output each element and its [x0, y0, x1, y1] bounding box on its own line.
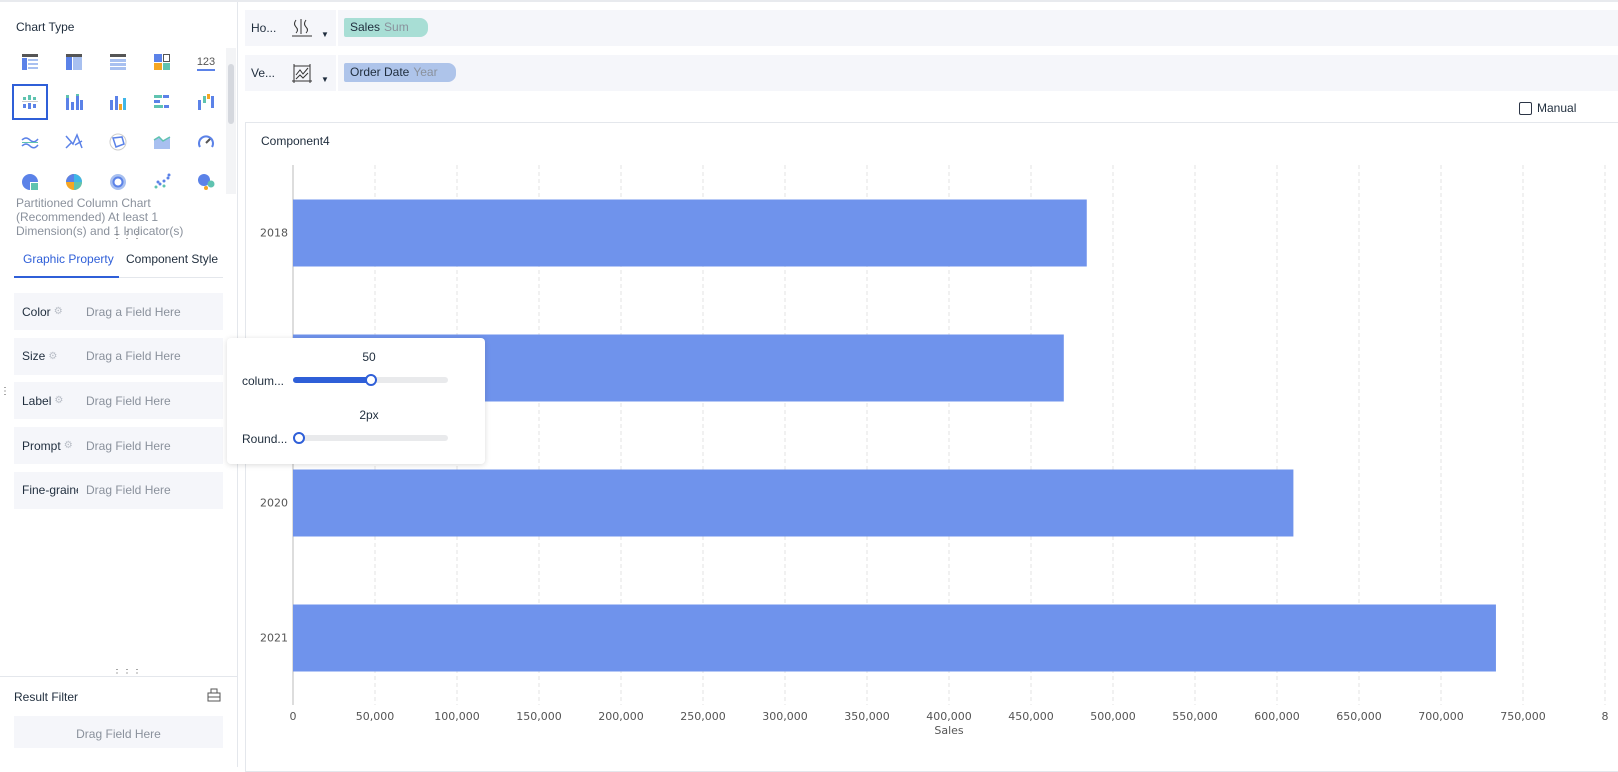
x-tick-label: 400,000 — [926, 710, 972, 723]
x-tick-label: 150,000 — [516, 710, 562, 723]
column-width-slider[interactable] — [293, 374, 448, 386]
x-tick-label: 100,000 — [434, 710, 480, 723]
bar-2018 — [293, 199, 1087, 267]
x-tick-label: 550,000 — [1172, 710, 1218, 723]
bar-2020 — [293, 469, 1294, 537]
y-tick-label: 2018 — [260, 227, 288, 240]
x-tick-label: 700,000 — [1418, 710, 1464, 723]
column-width-value: 50 — [362, 350, 376, 364]
x-tick-label: 600,000 — [1254, 710, 1300, 723]
x-tick-label: 0 — [290, 710, 297, 723]
x-tick-label: 50,000 — [356, 710, 395, 723]
size-popup: 50 colum... 2px Round... — [227, 338, 485, 464]
round-corner-value: 2px — [359, 408, 379, 422]
bar-2021 — [293, 604, 1496, 672]
round-corner-slider[interactable] — [293, 432, 448, 444]
x-tick-label: 650,000 — [1336, 710, 1382, 723]
round-corner-label: Round... — [242, 432, 288, 446]
y-tick-label: 2020 — [260, 497, 288, 510]
x-tick-label: 200,000 — [598, 710, 644, 723]
y-tick-label: 2021 — [260, 632, 288, 645]
x-tick-label: 350,000 — [844, 710, 890, 723]
x-tick-label: 750,000 — [1500, 710, 1546, 723]
x-tick-label: 500,000 — [1090, 710, 1136, 723]
x-tick-label: 300,000 — [762, 710, 808, 723]
column-width-label: colum... — [242, 374, 285, 388]
x-tick-label: 250,000 — [680, 710, 726, 723]
x-axis-title: Sales — [934, 724, 964, 737]
x-tick-label: 8 — [1602, 710, 1609, 723]
x-tick-label: 450,000 — [1008, 710, 1054, 723]
